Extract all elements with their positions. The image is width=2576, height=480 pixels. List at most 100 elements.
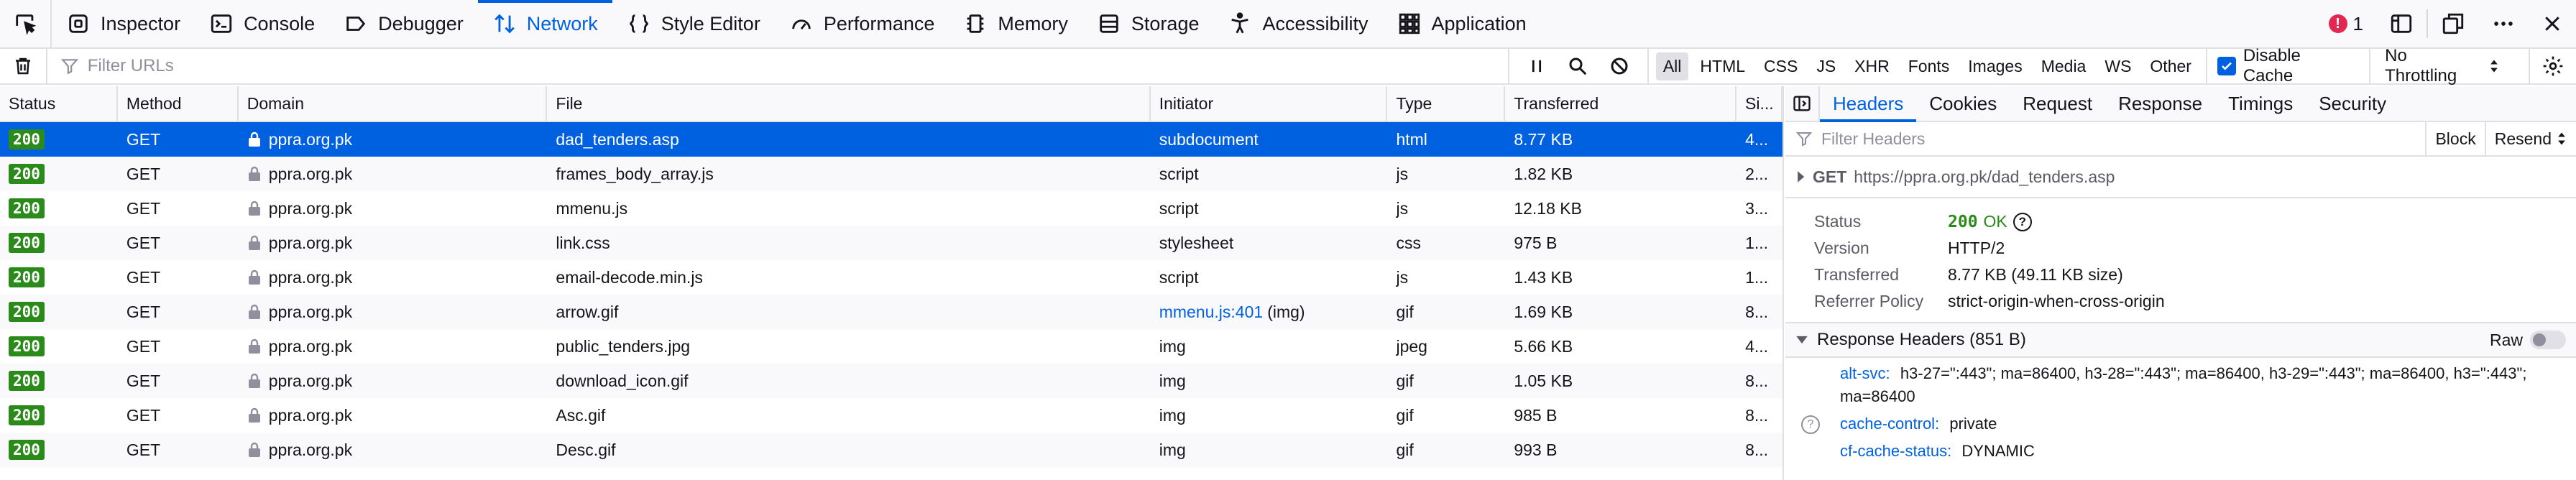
domain-cell: ppra.org.pk bbox=[239, 398, 548, 433]
initiator-text: script bbox=[1159, 164, 1199, 183]
tab-timings[interactable]: Timings bbox=[2215, 86, 2306, 121]
tab-style-editor[interactable]: Style Editor bbox=[612, 0, 775, 47]
tab-memory[interactable]: Memory bbox=[949, 0, 1082, 47]
tab-debugger[interactable]: Debugger bbox=[329, 0, 478, 47]
initiator-cell: img bbox=[1151, 433, 1388, 467]
status-code: 200 bbox=[1948, 212, 1978, 231]
table-row[interactable]: 200 GET ppra.org.pk arrow.gif mmenu.js:4… bbox=[0, 295, 1782, 329]
filter-all[interactable]: All bbox=[1655, 52, 1689, 80]
throttling-select[interactable]: No Throttling bbox=[2369, 46, 2514, 86]
size-cell: 8... bbox=[1745, 371, 1769, 390]
performance-icon bbox=[792, 19, 811, 29]
error-count-button[interactable]: ! 1 bbox=[2316, 0, 2376, 47]
devtools-toolbar: Inspector Console Debugger Network Style… bbox=[0, 0, 2576, 49]
accessibility-icon bbox=[1231, 12, 1249, 34]
response-header-row: alt-svc: h3-27=":443"; ma=86400, h3-28="… bbox=[1785, 362, 2576, 408]
close-devtools-button[interactable] bbox=[2529, 0, 2576, 47]
tab-headers[interactable]: Headers bbox=[1820, 86, 1917, 122]
filter-media[interactable]: Media bbox=[2034, 52, 2094, 80]
network-settings-button[interactable] bbox=[2529, 48, 2576, 84]
block-button[interactable]: Block bbox=[2425, 121, 2484, 156]
raw-label: Raw bbox=[2489, 330, 2523, 349]
tab-inspector[interactable]: Inspector bbox=[52, 0, 195, 47]
requests-table: Status Method Domain File Initiator Type… bbox=[0, 86, 1784, 480]
table-row[interactable]: 200 GET ppra.org.pk frames_body_array.js… bbox=[0, 157, 1782, 191]
request-method: GET bbox=[1813, 167, 1847, 186]
filter-ws[interactable]: WS bbox=[2097, 52, 2138, 80]
table-row[interactable]: 200 GET ppra.org.pk public_tenders.jpg i… bbox=[0, 329, 1782, 364]
help-icon[interactable]: ? bbox=[2012, 212, 2032, 231]
response-headers-section[interactable]: Response Headers (851 B) Raw bbox=[1785, 323, 2576, 358]
table-row[interactable]: 200 GET ppra.org.pk mmenu.js script js 1… bbox=[0, 191, 1782, 226]
raw-toggle[interactable]: Raw bbox=[2490, 331, 2576, 350]
status-badge: 200 bbox=[9, 371, 45, 391]
column-transferred[interactable]: Transferred bbox=[1505, 86, 1737, 121]
split-console-button[interactable] bbox=[2376, 0, 2426, 47]
table-row[interactable]: 200 GET ppra.org.pk dad_tenders.asp subd… bbox=[0, 122, 1782, 157]
file-cell: dad_tenders.asp bbox=[556, 129, 679, 149]
help-icon[interactable]: ? bbox=[1801, 415, 1820, 434]
tab-cookies[interactable]: Cookies bbox=[1916, 86, 2010, 121]
filter-css[interactable]: CSS bbox=[1757, 52, 1805, 80]
filter-html[interactable]: HTML bbox=[1693, 52, 1752, 80]
column-type[interactable]: Type bbox=[1387, 86, 1506, 121]
initiator-text: img bbox=[1159, 336, 1186, 356]
filter-tools bbox=[1507, 48, 1649, 84]
search-icon[interactable] bbox=[1567, 55, 1588, 77]
lock-icon bbox=[248, 200, 260, 216]
pause-icon[interactable] bbox=[1527, 56, 1547, 76]
toggle-sidebar-button[interactable] bbox=[1785, 86, 1820, 121]
filter-icon bbox=[60, 59, 78, 75]
tab-console[interactable]: Console bbox=[195, 0, 329, 47]
filter-js[interactable]: JS bbox=[1809, 52, 1843, 80]
method-cell: GET bbox=[126, 233, 161, 252]
domain-text: ppra.org.pk bbox=[268, 233, 353, 252]
disable-cache-checkbox[interactable]: Disable Cache bbox=[2205, 46, 2355, 86]
resend-button[interactable]: Resend bbox=[2484, 121, 2576, 156]
table-row[interactable]: 200 GET ppra.org.pk download_icon.gif im… bbox=[0, 364, 1782, 398]
tab-storage[interactable]: Storage bbox=[1082, 0, 1214, 47]
element-picker-button[interactable] bbox=[0, 0, 52, 47]
error-count: 1 bbox=[2352, 12, 2363, 34]
filter-headers-input[interactable]: Filter Headers bbox=[1821, 129, 1925, 149]
initiator-link[interactable]: mmenu.js:401 bbox=[1159, 303, 1263, 322]
column-method[interactable]: Method bbox=[118, 86, 239, 121]
collapse-arrow-icon bbox=[1796, 336, 1808, 344]
status-cell: 200 bbox=[0, 433, 118, 467]
block-requests-icon[interactable] bbox=[1609, 55, 1630, 77]
table-row[interactable]: 200 GET ppra.org.pk link.css stylesheet … bbox=[0, 226, 1782, 260]
table-row[interactable]: 200 GET ppra.org.pk email-decode.min.js … bbox=[0, 260, 1782, 295]
tab-security[interactable]: Security bbox=[2306, 86, 2399, 121]
tab-network[interactable]: Network bbox=[477, 0, 612, 47]
filter-other[interactable]: Other bbox=[2143, 52, 2199, 80]
domain-text: ppra.org.pk bbox=[268, 129, 353, 149]
dock-options-button[interactable] bbox=[2428, 0, 2478, 47]
type-cell: gif bbox=[1396, 405, 1414, 425]
table-row[interactable]: 200 GET ppra.org.pk Desc.gif img gif 993… bbox=[0, 433, 1782, 467]
type-cell: gif bbox=[1396, 371, 1414, 390]
filter-urls-input[interactable]: Filter URLs bbox=[47, 56, 1508, 76]
lock-icon bbox=[248, 166, 260, 181]
response-header-row: ? cache-control: private bbox=[1785, 412, 2576, 435]
filter-xhr[interactable]: XHR bbox=[1847, 52, 1897, 80]
response-header-row: cf-cache-status: DYNAMIC bbox=[1785, 440, 2576, 463]
tab-request[interactable]: Request bbox=[2010, 86, 2105, 121]
tab-performance[interactable]: Performance bbox=[775, 0, 949, 47]
filter-fonts[interactable]: Fonts bbox=[1901, 52, 1957, 80]
column-file[interactable]: File bbox=[547, 86, 1151, 121]
debugger-icon bbox=[346, 17, 366, 31]
clear-requests-button[interactable] bbox=[0, 49, 47, 83]
column-domain[interactable]: Domain bbox=[239, 86, 548, 121]
initiator-cell: script bbox=[1151, 157, 1388, 191]
column-size[interactable]: Si... bbox=[1736, 86, 1782, 121]
tab-accessibility[interactable]: Accessibility bbox=[1213, 0, 1382, 47]
table-row[interactable]: 200 GET ppra.org.pk Asc.gif img gif 985 … bbox=[0, 398, 1782, 433]
more-options-button[interactable] bbox=[2478, 0, 2529, 47]
column-status[interactable]: Status bbox=[0, 86, 118, 121]
tab-application[interactable]: Application bbox=[1383, 0, 1541, 47]
details-tabs: Headers Cookies Request Response Timings… bbox=[1785, 86, 2576, 122]
column-initiator[interactable]: Initiator bbox=[1151, 86, 1388, 121]
filter-images[interactable]: Images bbox=[1961, 52, 2029, 80]
tab-response[interactable]: Response bbox=[2105, 86, 2215, 121]
request-url-row[interactable]: GET https://ppra.org.pk/dad_tenders.asp bbox=[1785, 157, 2576, 198]
